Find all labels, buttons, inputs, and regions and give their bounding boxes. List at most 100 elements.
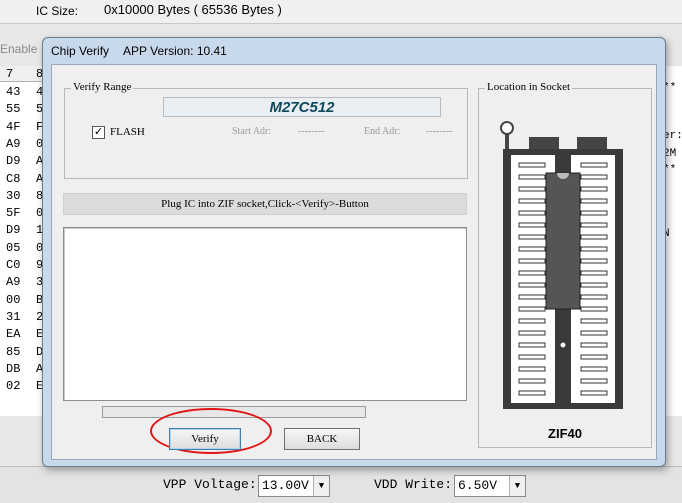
socket-pin: [518, 174, 546, 180]
hex-cell: 02: [6, 379, 21, 394]
vdd-write-select[interactable]: 6.50V ▼: [454, 475, 526, 497]
socket-pin: [518, 210, 546, 216]
socket-pin: [518, 366, 546, 372]
hex-cell: 00: [6, 292, 21, 307]
socket-pin: [518, 390, 546, 396]
socket-pin: [518, 270, 546, 276]
back-button[interactable]: BACK: [284, 428, 360, 450]
socket-clip-left: [529, 137, 559, 151]
socket-pin: [518, 258, 546, 264]
socket-pin: [580, 222, 608, 228]
ic-size-label: IC Size:: [36, 4, 79, 18]
end-adr-value: --------: [426, 126, 453, 137]
socket-pin: [518, 330, 546, 336]
socket-pin: [580, 198, 608, 204]
hex-cell: D9: [6, 154, 21, 169]
hex-cell: 43: [6, 85, 21, 99]
enable-button[interactable]: Enable: [0, 42, 37, 56]
hex-cell: 5F: [6, 206, 21, 221]
vpp-voltage-value: 13.00V: [262, 478, 309, 493]
instruction-text: Plug IC into ZIF socket,Click-<Verify>-B…: [63, 193, 467, 215]
app-version: APP Version: 10.41: [123, 44, 227, 58]
hex-cell: EA: [6, 327, 21, 342]
vdd-write-value: 6.50V: [458, 478, 498, 493]
socket-pin: [518, 378, 546, 384]
hex-column-header: 7: [6, 67, 14, 81]
socket-location-group: Location in Socket ZIF40: [478, 81, 652, 448]
ic-size-bar: IC Size: 0x10000 Bytes ( 65536 Bytes ): [0, 0, 682, 24]
socket-pin: [518, 282, 546, 288]
zif-socket-label: ZIF40: [548, 426, 582, 441]
hex-cell: 55: [6, 102, 21, 117]
ic-size-value: 0x10000 Bytes ( 65536 Bytes ): [104, 2, 282, 17]
socket-pin: [518, 246, 546, 252]
socket-pin: [580, 342, 608, 348]
verify-button[interactable]: Verify: [169, 428, 241, 450]
hex-cell: 85: [6, 344, 21, 359]
socket-pin: [518, 234, 546, 240]
socket-pin: [518, 318, 546, 324]
hex-cell: 4F: [6, 119, 21, 134]
verify-range-title: Verify Range: [71, 81, 134, 93]
hex-cell: 31: [6, 309, 21, 324]
socket-pin: [580, 234, 608, 240]
vpp-voltage-select[interactable]: 13.00V ▼: [258, 475, 330, 497]
socket-pin: [518, 186, 546, 192]
vpp-voltage-label: VPP Voltage:: [163, 477, 257, 492]
socket-pin: [580, 258, 608, 264]
socket-pin: [580, 390, 608, 396]
flash-label: FLASH: [110, 126, 145, 138]
hex-cell: A9: [6, 136, 21, 151]
chip-verify-dialog: Chip Verify APP Version: 10.41 Verify Ra…: [42, 37, 666, 467]
socket-pin: [518, 342, 546, 348]
socket-pin: [580, 306, 608, 312]
verify-log[interactable]: [63, 227, 467, 401]
start-adr-label: Start Adr:: [232, 126, 272, 137]
socket-pin1-marker: [559, 341, 567, 349]
socket-pin: [580, 270, 608, 276]
socket-pin: [518, 222, 546, 228]
socket-pin: [580, 210, 608, 216]
end-adr-label: End Adr:: [364, 126, 401, 137]
dialog-title: Chip Verify: [51, 44, 110, 58]
socket-pin: [580, 294, 608, 300]
dialog-content: Verify Range M27C512 ✓ FLASH Start Adr: …: [51, 64, 657, 460]
chip-name-box: M27C512: [163, 97, 441, 117]
hex-cell: C8: [6, 171, 21, 186]
chip-name: M27C512: [269, 99, 335, 116]
socket-pin: [580, 330, 608, 336]
socket-pin: [518, 354, 546, 360]
socket-pin: [580, 186, 608, 192]
ic-chip-body: [545, 172, 581, 310]
socket-pin: [580, 162, 608, 168]
hex-cell: DB: [6, 361, 21, 376]
check-icon: ✓: [93, 126, 104, 138]
voltage-panel: [0, 466, 682, 503]
socket-pin: [580, 282, 608, 288]
zif-lever-icon: [500, 121, 514, 151]
flash-checkbox[interactable]: ✓: [92, 126, 105, 139]
chevron-down-icon: ▼: [509, 476, 525, 496]
vdd-write-label: VDD Write:: [374, 477, 453, 492]
hex-cell: D9: [6, 223, 21, 238]
socket-clip-right: [577, 137, 607, 151]
socket-pin: [580, 354, 608, 360]
zif-socket-diagram: [500, 121, 623, 409]
socket-pin: [518, 162, 546, 168]
start-adr-value: --------: [298, 126, 325, 137]
hex-cell: A9: [6, 275, 21, 290]
socket-pin: [580, 318, 608, 324]
socket-pin: [580, 378, 608, 384]
socket-pin: [518, 294, 546, 300]
socket-pin: [580, 366, 608, 372]
socket-pin: [580, 246, 608, 252]
socket-pin: [580, 174, 608, 180]
socket-pin: [518, 198, 546, 204]
hex-cell: 05: [6, 240, 21, 255]
socket-pin: [518, 306, 546, 312]
chevron-down-icon: ▼: [313, 476, 329, 496]
hex-cell: C0: [6, 258, 21, 272]
verify-range-group: Verify Range M27C512 ✓ FLASH Start Adr: …: [64, 81, 468, 179]
dialog-titlebar[interactable]: Chip Verify APP Version: 10.41: [43, 38, 665, 64]
info-panel: [664, 66, 682, 416]
